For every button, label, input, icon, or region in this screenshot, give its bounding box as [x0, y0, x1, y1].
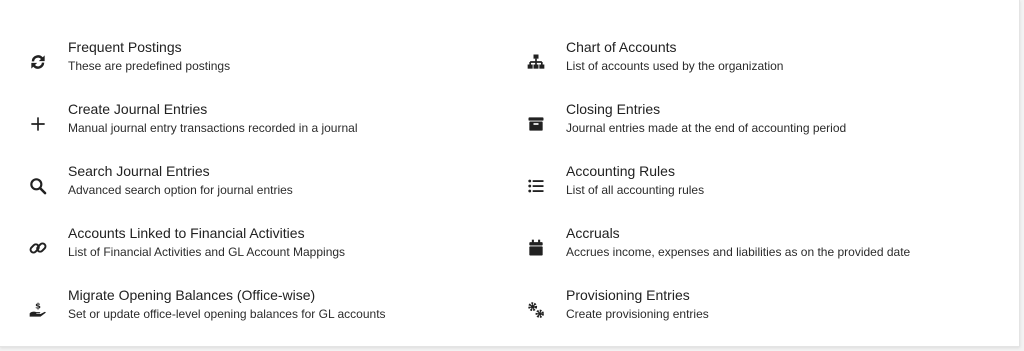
calendar-icon: [524, 236, 548, 260]
sitemap-icon: [524, 50, 548, 74]
accruals-item[interactable]: Accruals Accrues income, expenses and li…: [498, 224, 1018, 274]
item-description: List of all accounting rules: [566, 183, 705, 197]
hand-dollar-icon: $: [26, 298, 50, 322]
item-title: Closing Entries: [566, 101, 661, 117]
item-title: Chart of Accounts: [566, 39, 677, 55]
item-title: Frequent Postings: [68, 39, 182, 55]
item-title: Accounts Linked to Financial Activities: [68, 225, 305, 241]
accounting-rules-item[interactable]: Accounting Rules List of all accounting …: [498, 162, 1018, 212]
item-description: Accrues income, expenses and liabilities…: [566, 245, 911, 259]
item-description: These are predefined postings: [68, 59, 231, 73]
create-journal-entries-item[interactable]: Create Journal Entries Manual journal en…: [0, 100, 500, 150]
provisioning-entries-item[interactable]: Provisioning Entries Create provisioning…: [498, 286, 1018, 336]
item-description: Advanced search option for journal entri…: [68, 183, 293, 197]
item-description: List of accounts used by the organizatio…: [566, 59, 784, 73]
item-description: Set or update office-level opening balan…: [68, 307, 386, 321]
svg-text:$: $: [35, 300, 41, 310]
search-icon: [26, 174, 50, 198]
item-description: Create provisioning entries: [566, 307, 709, 321]
accounts-linked-item[interactable]: Accounts Linked to Financial Activities …: [0, 224, 500, 274]
item-title: Accruals: [566, 225, 620, 241]
item-description: Journal entries made at the end of accou…: [566, 121, 847, 135]
item-description: List of Financial Activities and GL Acco…: [68, 245, 346, 259]
migrate-opening-balances-item[interactable]: $ Migrate Opening Balances (Office-wise)…: [0, 286, 500, 336]
refresh-icon: [26, 50, 50, 74]
search-journal-entries-item[interactable]: Search Journal Entries Advanced search o…: [0, 162, 500, 212]
accounting-menu-card: Frequent Postings These are predefined p…: [0, 0, 1020, 347]
item-title: Create Journal Entries: [68, 101, 208, 117]
item-description: Manual journal entry transactions record…: [68, 121, 358, 135]
list-icon: [524, 174, 548, 198]
frequent-postings-item[interactable]: Frequent Postings These are predefined p…: [0, 38, 500, 88]
chart-of-accounts-item[interactable]: Chart of Accounts List of accounts used …: [498, 38, 1018, 88]
gears-icon: [524, 298, 548, 322]
item-title: Search Journal Entries: [68, 163, 210, 179]
link-icon: [26, 236, 50, 260]
item-title: Provisioning Entries: [566, 287, 690, 303]
archive-icon: [524, 112, 548, 136]
item-title: Migrate Opening Balances (Office-wise): [68, 287, 316, 303]
item-title: Accounting Rules: [566, 163, 675, 179]
closing-entries-item[interactable]: Closing Entries Journal entries made at …: [498, 100, 1018, 150]
plus-icon: [26, 112, 50, 136]
